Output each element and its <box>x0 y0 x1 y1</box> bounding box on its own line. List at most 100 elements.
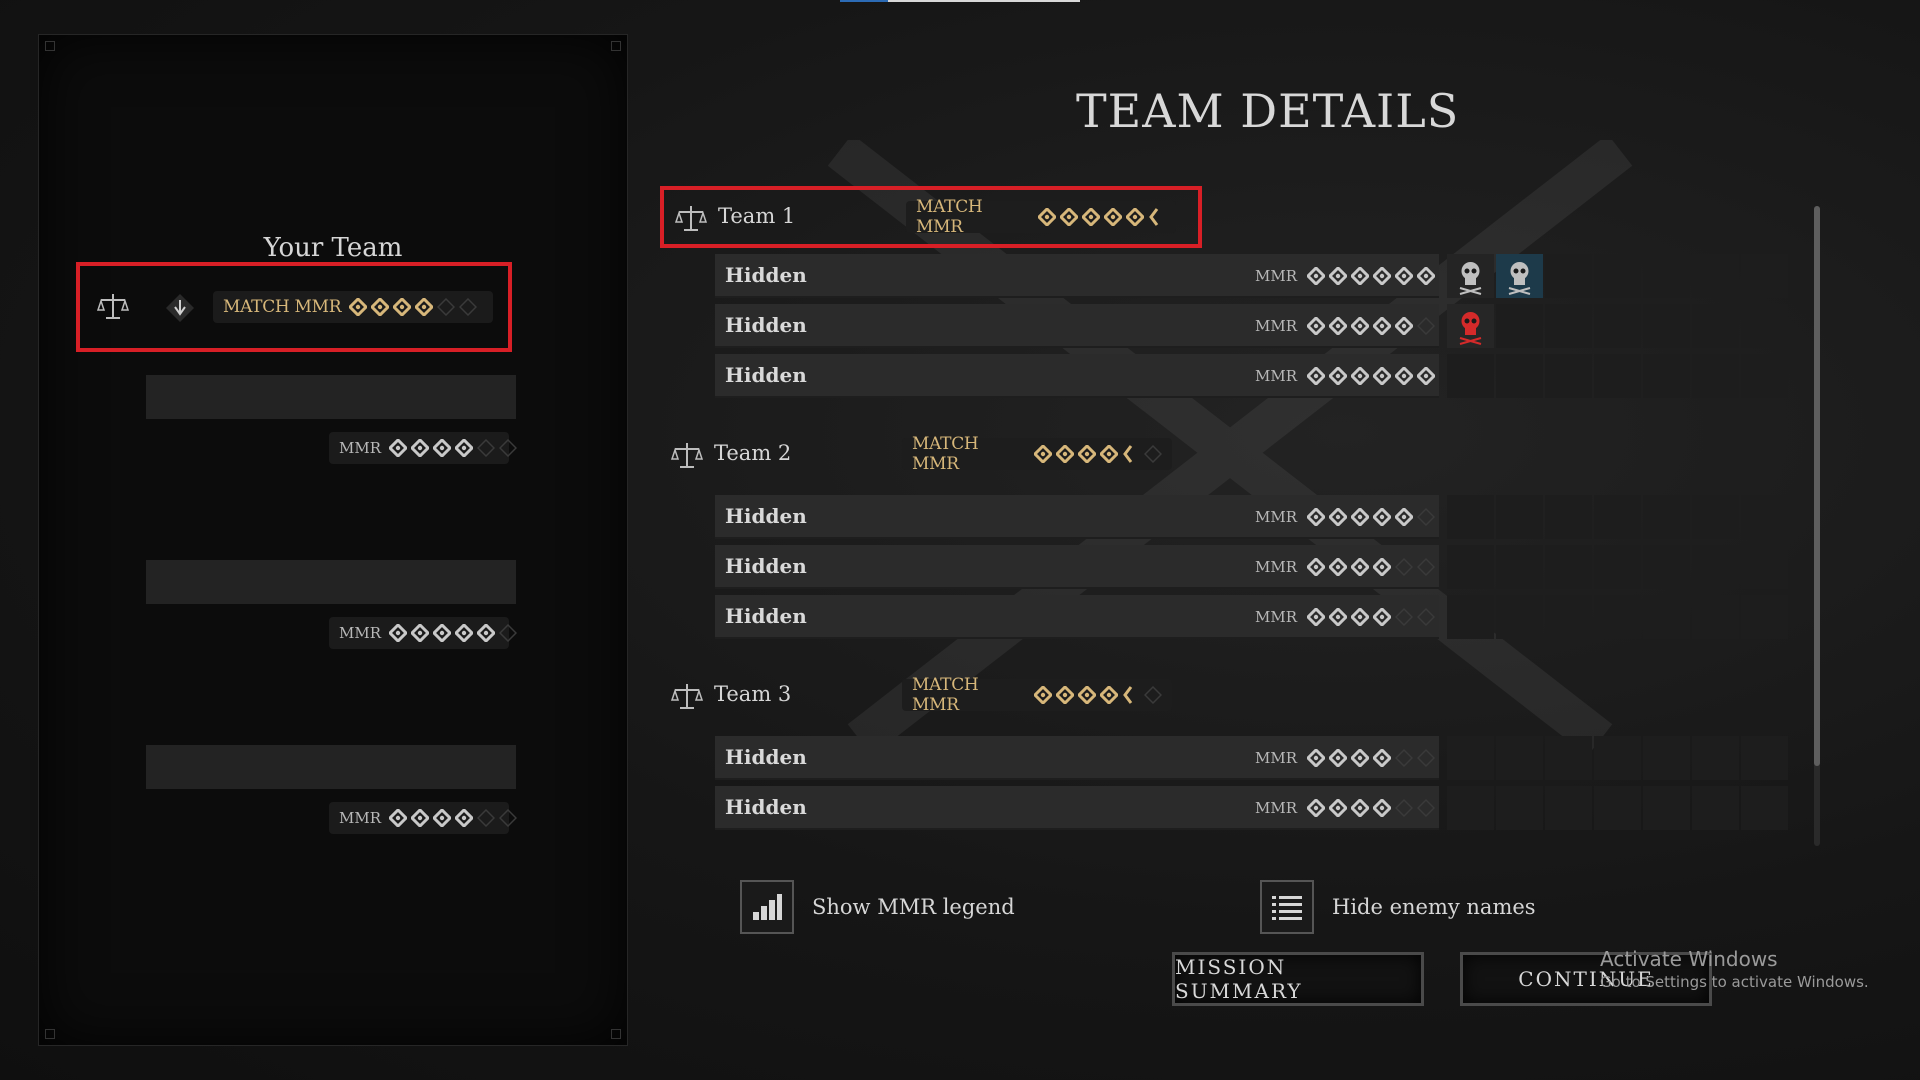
mission-summary-button[interactable]: MISSION SUMMARY <box>1172 952 1424 1006</box>
player-mmr: MMR <box>1255 601 1436 633</box>
your-team-panel: Your Team MATCH MMR MMR MMR MMR <box>38 34 628 1046</box>
kill-slot <box>1594 354 1641 398</box>
mmr-pip <box>1373 367 1392 385</box>
activate-windows-title: Activate Windows <box>1600 947 1778 971</box>
player-row[interactable]: Hidden MMR <box>715 354 1439 398</box>
kill-slot <box>1741 354 1788 398</box>
show-mmr-legend-toggle[interactable]: Show MMR legend <box>740 880 1015 934</box>
kill-slots <box>1447 545 1790 589</box>
player-name: Hidden <box>725 263 807 287</box>
mmr-pip <box>1351 608 1370 626</box>
mmr-pip <box>1307 799 1326 817</box>
mmr-stars <box>1307 558 1436 576</box>
mmr-pip <box>455 809 474 827</box>
mmr-pip <box>477 624 496 642</box>
mmr-label: MMR <box>339 809 382 827</box>
kill-slot <box>1545 736 1592 780</box>
mmr-pip <box>1100 686 1118 704</box>
player-row[interactable]: Hidden MMR <box>715 254 1439 298</box>
player-row[interactable]: Hidden MMR <box>715 736 1439 780</box>
mmr-pip <box>1417 558 1436 576</box>
mmr-pip <box>1373 508 1392 526</box>
mmr-pip <box>1351 749 1370 767</box>
list-icon[interactable] <box>1260 880 1314 934</box>
mmr-stars <box>1307 749 1436 767</box>
mmr-pip <box>1307 508 1326 526</box>
mmr-pip <box>1307 367 1326 385</box>
kill-slot <box>1496 545 1543 589</box>
kill-slot <box>1692 545 1739 589</box>
match-mmr-label: MATCH MMR <box>223 297 342 317</box>
mmr-label: MMR <box>339 439 382 457</box>
kill-slot <box>1594 304 1641 348</box>
mmr-pip <box>1123 686 1133 704</box>
mmr-label: MMR <box>1255 508 1298 526</box>
kill-slot <box>1741 736 1788 780</box>
mmr-pip <box>1307 608 1326 626</box>
teams-scrollbar[interactable] <box>1814 206 1820 846</box>
mmr-pip <box>1329 749 1348 767</box>
kill-slot <box>1545 495 1592 539</box>
kill-slots <box>1447 354 1790 398</box>
player-mmr: MMR <box>1255 310 1436 342</box>
kill-slot <box>1447 595 1494 639</box>
teammate-mmr: MMR <box>329 617 518 649</box>
kill-slots <box>1447 786 1790 830</box>
mmr-pip <box>1056 445 1074 463</box>
scale-icon <box>670 684 704 709</box>
kill-slot <box>1741 545 1788 589</box>
mmr-stars <box>1307 317 1436 335</box>
hide-enemy-names-toggle[interactable]: Hide enemy names <box>1260 880 1536 934</box>
scale-icon <box>670 443 704 468</box>
mmr-pip <box>1417 749 1436 767</box>
skull-blue-icon <box>1496 254 1543 298</box>
mmr-pip <box>1373 558 1392 576</box>
mmr-pip <box>1056 686 1074 704</box>
kill-slot <box>1643 254 1690 298</box>
player-name: Hidden <box>725 745 807 769</box>
mmr-pip <box>1329 608 1348 626</box>
mmr-pip <box>499 809 518 827</box>
player-row[interactable]: Hidden MMR <box>715 304 1439 348</box>
match-mmr-label: MATCH MMR <box>912 675 979 715</box>
player-row[interactable]: Hidden MMR <box>715 595 1439 639</box>
player-mmr: MMR <box>1255 501 1436 533</box>
kill-slot <box>1447 786 1494 830</box>
mmr-pip <box>1417 367 1436 385</box>
kill-slot <box>1643 304 1690 348</box>
mmr-pip <box>1373 267 1392 285</box>
mmr-pip <box>1417 317 1436 335</box>
bar-chart-icon[interactable] <box>740 880 794 934</box>
player-name: Hidden <box>725 313 807 337</box>
mmr-pip <box>1395 367 1414 385</box>
mmr-stars <box>389 809 518 827</box>
mmr-pip <box>1417 267 1436 285</box>
mmr-pip <box>349 298 368 316</box>
mmr-pip <box>1078 686 1096 704</box>
teammate-mmr: MMR <box>329 432 518 464</box>
mmr-pip <box>1329 558 1348 576</box>
kill-slot <box>1692 595 1739 639</box>
mmr-pip <box>389 439 408 457</box>
panel-corner <box>611 41 621 51</box>
match-mmr-pill: MATCH MMR <box>902 675 1172 715</box>
mmr-pip <box>411 809 430 827</box>
mmr-pip <box>1104 208 1122 226</box>
match-mmr-label: MATCH MMR <box>912 434 979 474</box>
mmr-pip <box>1351 317 1370 335</box>
kill-slot <box>1594 736 1641 780</box>
kill-slot <box>1545 304 1592 348</box>
team-header: Team 3 MATCH MMR <box>660 668 1202 730</box>
kill-slot <box>1594 786 1641 830</box>
scrollbar-thumb[interactable] <box>1814 206 1820 766</box>
player-mmr: MMR <box>1255 551 1436 583</box>
mmr-pip <box>371 298 390 316</box>
mmr-pip <box>433 624 452 642</box>
player-row[interactable]: Hidden MMR <box>715 495 1439 539</box>
hide-enemy-names-label: Hide enemy names <box>1332 895 1536 919</box>
player-row[interactable]: Hidden MMR <box>715 545 1439 589</box>
mmr-pip <box>389 809 408 827</box>
mmr-pip <box>1307 749 1326 767</box>
player-row[interactable]: Hidden MMR <box>715 786 1439 830</box>
mmr-pip <box>415 298 434 316</box>
